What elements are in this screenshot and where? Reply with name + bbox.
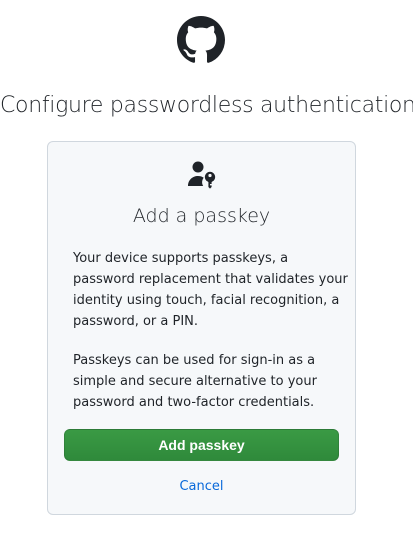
page-title: Configure passwordless authentication — [0, 93, 413, 118]
github-logo-icon — [177, 16, 225, 64]
person-key-icon — [186, 159, 218, 191]
description-line: Your device supports passkeys, a — [73, 251, 289, 266]
usage-line: Passkeys can be used for sign-in as a — [73, 353, 316, 368]
description-line: identity using touch, facial recognition… — [73, 293, 340, 308]
usage-line: simple and secure alternative to your — [73, 374, 317, 389]
description-line: password replacement that validates your — [73, 272, 348, 287]
description-line: password, or a PIN. — [73, 314, 199, 329]
usage-paragraph: Passkeys can be used for sign-in as a si… — [73, 350, 343, 413]
usage-line: password and two-factor credentials. — [73, 395, 315, 410]
description-paragraph: Your device supports passkeys, a passwor… — [73, 248, 348, 332]
card-title: Add a passkey — [132, 205, 271, 227]
cancel-link[interactable]: Cancel — [48, 479, 355, 494]
add-passkey-card: Add a passkey Your device supports passk… — [47, 141, 356, 515]
add-passkey-button[interactable]: Add passkey — [64, 429, 339, 461]
